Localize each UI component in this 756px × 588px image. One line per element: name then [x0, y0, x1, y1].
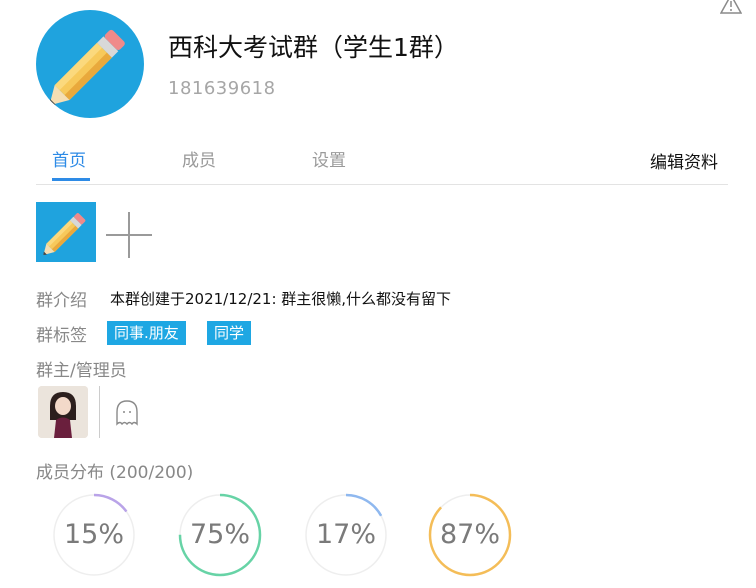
tag-chip: 同事.朋友	[107, 321, 186, 345]
distribution-percent: 15%	[63, 519, 124, 550]
admins-label: 群主/管理员	[36, 361, 127, 381]
distribution-percent: 17%	[315, 519, 376, 550]
edit-profile-button[interactable]: 编辑资料	[650, 148, 718, 173]
tag-chip: 同学	[207, 321, 252, 345]
admin-avatar[interactable]	[38, 386, 88, 438]
tags-label: 群标签	[36, 326, 87, 346]
admin-divider	[99, 386, 100, 438]
distribution-circle: 17%	[304, 493, 388, 577]
distribution-percent: 87%	[439, 519, 500, 550]
group-name: 西科大考试群（学生1群）	[168, 33, 459, 62]
ghost-icon[interactable]	[112, 398, 142, 428]
distribution-percent: 75%	[189, 519, 250, 550]
plus-icon[interactable]	[104, 210, 154, 260]
distribution-label: 成员分布 (200/200)	[36, 463, 194, 483]
group-photo-thumbnail[interactable]	[36, 202, 96, 262]
tab-settings[interactable]: 设置	[312, 146, 346, 171]
distribution-circle: 15%	[52, 493, 136, 577]
group-id: 181639618	[168, 78, 276, 99]
active-tab-underline	[52, 178, 90, 181]
intro-text: 本群创建于2021/12/21: 群主很懒,什么都没有留下	[110, 290, 452, 308]
tab-home[interactable]: 首页	[52, 146, 86, 171]
tab-members[interactable]: 成员	[182, 146, 216, 171]
pencil-icon	[49, 29, 125, 106]
group-avatar[interactable]	[36, 10, 144, 118]
warning-icon[interactable]	[720, 0, 742, 14]
pencil-icon	[43, 213, 86, 255]
intro-label: 群介绍	[36, 291, 87, 311]
distribution-circle: 75%	[178, 493, 262, 577]
distribution-circle: 87%	[428, 493, 512, 577]
tab-bar: 首页 成员 设置 编辑资料	[36, 138, 728, 185]
